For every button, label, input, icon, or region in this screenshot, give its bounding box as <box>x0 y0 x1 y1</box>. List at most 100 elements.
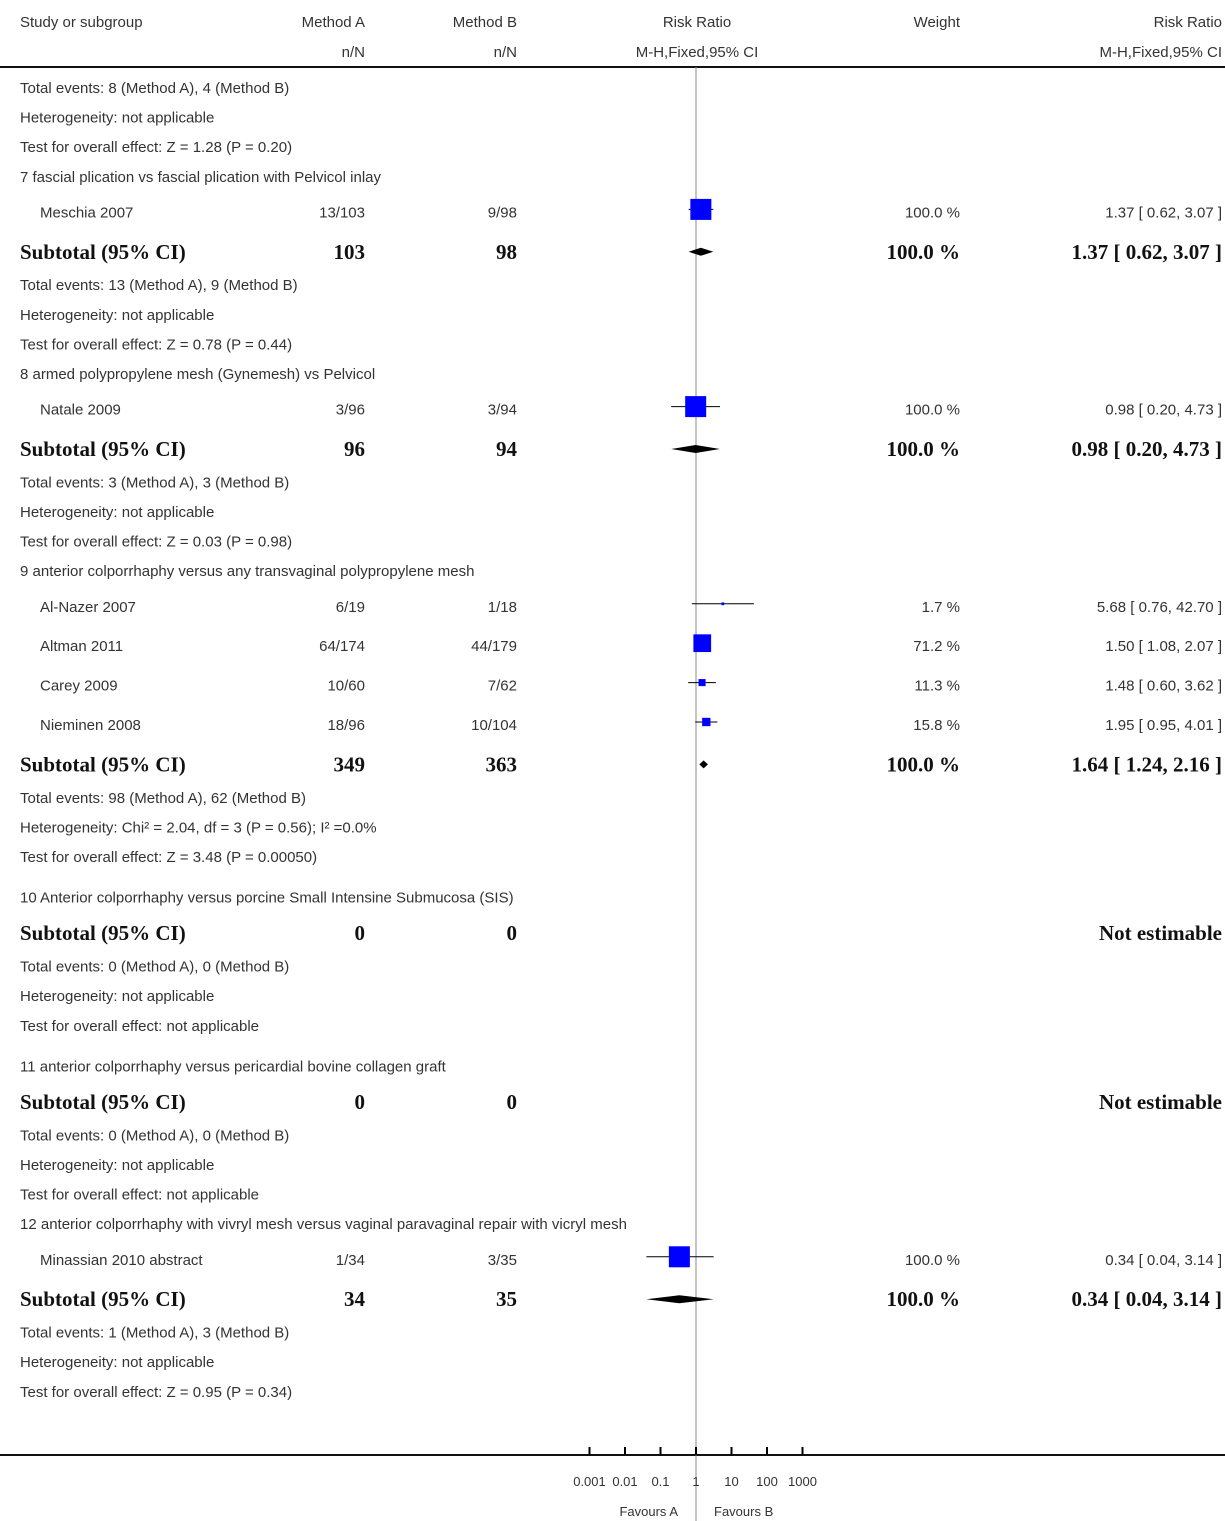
subtotal-method-a: 0 <box>355 921 366 945</box>
subtotal-ci: Not estimable <box>1099 1090 1222 1114</box>
row-text: Total events: 98 (Method A), 62 (Method … <box>20 790 306 807</box>
subtotal-method-a: 103 <box>334 240 366 264</box>
subtotal-weight: 100.0 % <box>887 752 961 776</box>
summary-text: Heterogeneity: not applicable <box>20 1354 214 1371</box>
x-tick-label: 1 <box>692 1474 699 1489</box>
header-method-b: Method B <box>453 14 517 31</box>
summary-diamond <box>646 1295 714 1304</box>
row-text: Total events: 1 (Method A), 3 (Method B) <box>20 1325 289 1342</box>
summary-text: Test for overall effect: not applicable <box>20 1187 259 1204</box>
summary-text: Test for overall effect: Z = 3.48 (P = 0… <box>20 849 317 866</box>
subtotal-method-b: 0 <box>507 921 518 945</box>
method-a-events: 10/60 <box>327 678 365 695</box>
subheader-ci-method: M-H,Fixed,95% CI <box>1099 44 1222 61</box>
row-text: Test for overall effect: Z = 3.48 (P = 0… <box>20 849 317 866</box>
summary-text: Heterogeneity: not applicable <box>20 1157 214 1174</box>
subtotal-ci: 1.64 [ 1.24, 2.16 ] <box>1072 752 1223 776</box>
header-method-a: Method A <box>302 14 365 31</box>
header-study: Study or subgroup <box>20 14 143 31</box>
header-weight: Weight <box>914 14 961 31</box>
method-b-events: 3/35 <box>488 1252 517 1269</box>
row-text: Total events: 0 (Method A), 0 (Method B) <box>20 1127 289 1144</box>
subtotal-method-a: 34 <box>344 1287 366 1311</box>
method-a-events: 3/96 <box>336 402 365 419</box>
study-ci: 1.48 [ 0.60, 3.62 ] <box>1105 678 1222 695</box>
subtotal-method-b: 0 <box>507 1090 518 1114</box>
method-a-events: 13/103 <box>319 204 365 221</box>
summary-diamond <box>671 445 720 453</box>
method-b-events: 7/62 <box>488 678 517 695</box>
study-weight: 71.2 % <box>913 638 960 655</box>
summary-text: Test for overall effect: Z = 1.28 (P = 0… <box>20 139 292 156</box>
row-subtotal: Subtotal (95% CI) 96 94 100.0 % 0.98 [ 0.20,… <box>20 437 1222 461</box>
subheader-method-b: n/N <box>494 44 517 61</box>
summary-text: Heterogeneity: not applicable <box>20 504 214 521</box>
summary-text: Total events: 0 (Method A), 0 (Method B) <box>20 959 289 976</box>
group-label: 12 anterior colporrhaphy with vivryl mes… <box>20 1216 627 1233</box>
row-text: Test for overall effect: Z = 0.03 (P = 0… <box>20 534 292 551</box>
method-b-events: 10/104 <box>471 717 517 734</box>
subtotal-weight: 100.0 % <box>887 1287 961 1311</box>
summary-diamond <box>688 247 714 256</box>
row-text: Test for overall effect: not applicable <box>20 1018 259 1035</box>
group-label: 7 fascial plication vs fascial plication… <box>20 169 381 186</box>
favours-right-label: Favours B <box>714 1504 773 1519</box>
subtotal-method-a: 349 <box>334 752 366 776</box>
row-group: 12 anterior colporrhaphy with vivryl mes… <box>20 1216 627 1233</box>
subtotal-label: Subtotal (95% CI) <box>20 921 186 945</box>
subheader-method-a: n/N <box>342 44 365 61</box>
point-estimate-square <box>690 198 712 220</box>
x-tick-label: 1000 <box>788 1474 817 1489</box>
row-group: 9 anterior colporrhaphy versus any trans… <box>20 563 474 580</box>
point-estimate-square <box>698 679 706 687</box>
summary-text: Test for overall effect: Z = 0.03 (P = 0… <box>20 534 292 551</box>
study-weight: 100.0 % <box>905 204 960 221</box>
summary-text: Test for overall effect: Z = 0.78 (P = 0… <box>20 336 292 353</box>
row-text: Test for overall effect: Z = 0.95 (P = 0… <box>20 1384 292 1401</box>
summary-diamond <box>699 760 708 769</box>
row-text: Test for overall effect: Z = 0.78 (P = 0… <box>20 336 292 353</box>
method-b-events: 9/98 <box>488 204 517 221</box>
subtotal-ci: 0.34 [ 0.04, 3.14 ] <box>1072 1287 1223 1311</box>
x-tick-label: 0.001 <box>573 1474 606 1489</box>
method-a-events: 18/96 <box>327 717 365 734</box>
summary-text: Heterogeneity: not applicable <box>20 110 214 127</box>
header-risk-ratio-values: Risk Ratio <box>1154 14 1222 31</box>
study-name: Minassian 2010 abstract <box>40 1252 203 1269</box>
summary-text: Total events: 8 (Method A), 4 (Method B) <box>20 80 289 97</box>
point-estimate-square <box>685 396 707 418</box>
study-ci: 0.98 [ 0.20, 4.73 ] <box>1105 402 1222 419</box>
subtotal-weight: 100.0 % <box>887 240 961 264</box>
study-ci: 1.50 [ 1.08, 2.07 ] <box>1105 638 1222 655</box>
row-text: Test for overall effect: Z = 1.28 (P = 0… <box>20 139 292 156</box>
row-subtotal: Subtotal (95% CI) 0 0 Not estimable <box>20 921 1222 945</box>
method-a-events: 1/34 <box>336 1252 365 1269</box>
x-tick-label: 0.1 <box>651 1474 669 1489</box>
row-text: Heterogeneity: not applicable <box>20 1354 214 1371</box>
subtotal-method-b: 363 <box>486 752 518 776</box>
row-text: Heterogeneity: Chi² = 2.04, df = 3 (P = … <box>20 819 377 836</box>
method-b-events: 44/179 <box>471 638 517 655</box>
group-label: 9 anterior colporrhaphy versus any trans… <box>20 563 474 580</box>
subtotal-label: Subtotal (95% CI) <box>20 240 186 264</box>
study-weight: 100.0 % <box>905 1252 960 1269</box>
row-study: Carey 2009 10/60 7/62 11.3 % 1.48 [ 0.60, 3.… <box>40 678 1222 695</box>
row-subtotal: Subtotal (95% CI) 103 98 100.0 % 1.37 [ 0.62… <box>20 240 1222 264</box>
subtotal-ci: 0.98 [ 0.20, 4.73 ] <box>1072 437 1223 461</box>
row-text: Heterogeneity: not applicable <box>20 504 214 521</box>
subtotal-weight: 100.0 % <box>887 437 961 461</box>
study-weight: 15.8 % <box>913 717 960 734</box>
row-text: Total events: 0 (Method A), 0 (Method B) <box>20 959 289 976</box>
subtotal-label: Subtotal (95% CI) <box>20 437 186 461</box>
summary-text: Test for overall effect: Z = 0.95 (P = 0… <box>20 1384 292 1401</box>
subheader-plot-method: M-H,Fixed,95% CI <box>636 44 759 61</box>
point-estimate-square <box>702 717 711 727</box>
study-weight: 1.7 % <box>922 599 960 616</box>
row-text: Total events: 3 (Method A), 3 (Method B) <box>20 474 289 491</box>
x-tick-label: 100 <box>756 1474 778 1489</box>
method-b-events: 1/18 <box>488 599 517 616</box>
row-text: Heterogeneity: not applicable <box>20 988 214 1005</box>
summary-text: Total events: 3 (Method A), 3 (Method B) <box>20 474 289 491</box>
row-subtotal: Subtotal (95% CI) 34 35 100.0 % 0.34 [ 0.04,… <box>20 1287 1222 1311</box>
row-group: 10 Anterior colporrhaphy versus porcine … <box>20 890 514 907</box>
